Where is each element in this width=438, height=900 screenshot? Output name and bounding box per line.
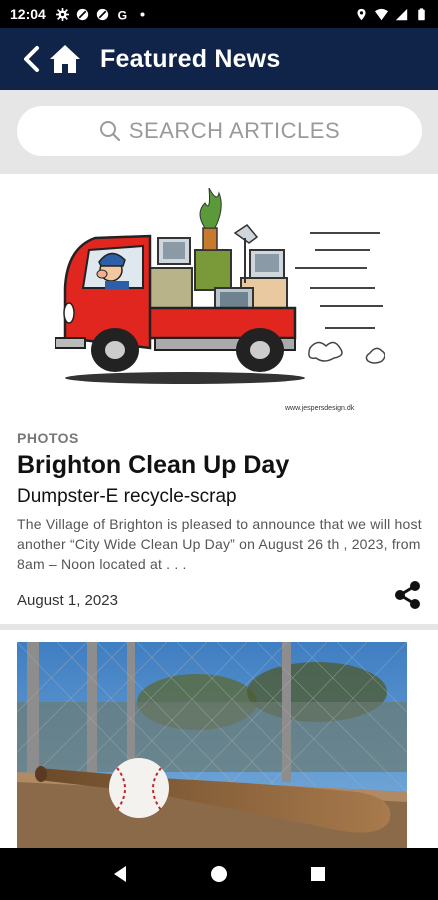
search-area: SEARCH ARTICLES <box>0 90 438 172</box>
gear-icon <box>55 7 69 21</box>
status-bar: 12:04 G <box>0 0 438 28</box>
system-nav-bar <box>0 848 438 900</box>
home-circle-icon[interactable] <box>207 862 231 886</box>
g-icon: G <box>117 8 126 21</box>
home-icon[interactable] <box>48 43 82 75</box>
back-arrow-icon[interactable] <box>20 44 42 74</box>
location-icon <box>357 8 366 20</box>
page-title: Featured News <box>100 44 281 73</box>
wifi-icon <box>375 8 388 20</box>
signal-icon <box>395 8 408 20</box>
article-image[interactable] <box>17 642 407 850</box>
battery-icon <box>418 7 425 20</box>
recents-square-icon[interactable] <box>306 862 330 886</box>
article-title[interactable]: Brighton Clean Up Day <box>17 451 289 480</box>
article-subtitle: Dumpster-E recycle-scrap <box>17 486 237 507</box>
dot-icon <box>140 11 145 17</box>
search-icon <box>99 121 120 142</box>
slash-circle-icon <box>96 8 108 20</box>
article-date: August 1, 2023 <box>17 592 118 609</box>
status-time: 12:04 <box>10 6 46 22</box>
article-card[interactable] <box>0 630 438 850</box>
back-triangle-icon[interactable] <box>108 862 132 886</box>
search-input[interactable]: SEARCH ARTICLES <box>17 106 422 156</box>
slash-circle-icon <box>76 8 88 20</box>
search-placeholder: SEARCH ARTICLES <box>128 118 341 143</box>
share-icon[interactable] <box>393 580 423 610</box>
article-excerpt: The Village of Brighton is pleased to an… <box>17 516 422 572</box>
article-image[interactable]: www.jespersdesign.dk <box>55 188 385 418</box>
image-credit: www.jespersdesign.dk <box>284 405 355 412</box>
svg-text:G: G <box>117 8 126 21</box>
article-card[interactable]: www.jespersdesign.dk PHOTOS Brighton Cle… <box>0 174 438 624</box>
app-bar: Featured News <box>0 28 438 90</box>
article-category: PHOTOS <box>17 430 79 446</box>
